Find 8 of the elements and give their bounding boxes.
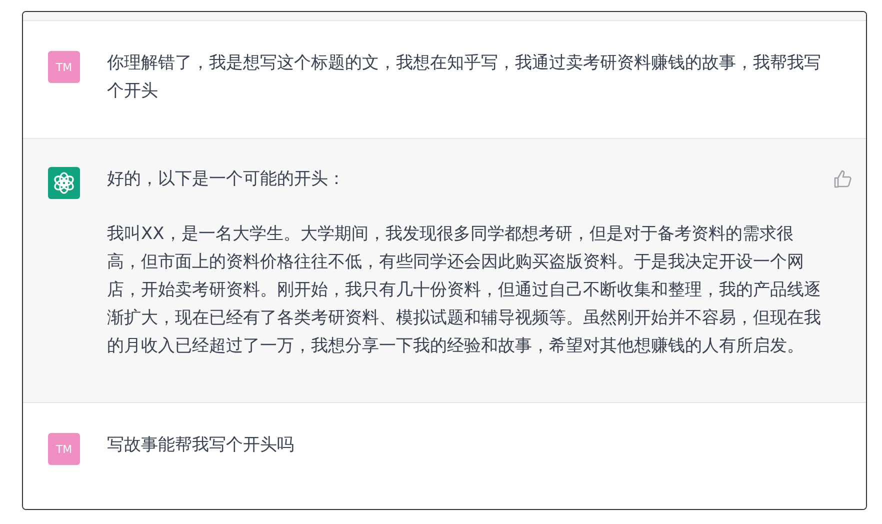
thumbs-up-icon[interactable] (833, 169, 853, 189)
message-text: 我叫XX，是一名大学生。大学期间，我发现很多同学都想考研，但是对于备考资料的需求很高，但市面上的资料价格往往不低，有些同学还会因此购买盗版资料。于是我决定开设一个网店，开始卖考研资料。刚开始，我只有几十份资料，但通过自己不断收集和整理，我的产品线逐渐扩大，现在已经有了各类考研资料、模拟试题和辅导视频等。虽然刚开始并不容易，但现在我的月收入已经超过了一万，我想分享一下我的经验和故事，希望对其他想赚钱的人有所启发。 (107, 223, 822, 358)
message-text: 你理解错了，我是想写这个标题的文，我想在知乎写，我通过卖考研资料赚钱的故事，我帮我写个开头 (107, 52, 822, 103)
message-text: 写故事能帮我写个开头吗 (107, 434, 295, 457)
message-text: 好的，以下是一个可能的开头： (107, 168, 346, 191)
user-avatar: TM (48, 51, 80, 83)
assistant-avatar-icon (48, 167, 80, 199)
user-avatar: TM (48, 433, 80, 465)
